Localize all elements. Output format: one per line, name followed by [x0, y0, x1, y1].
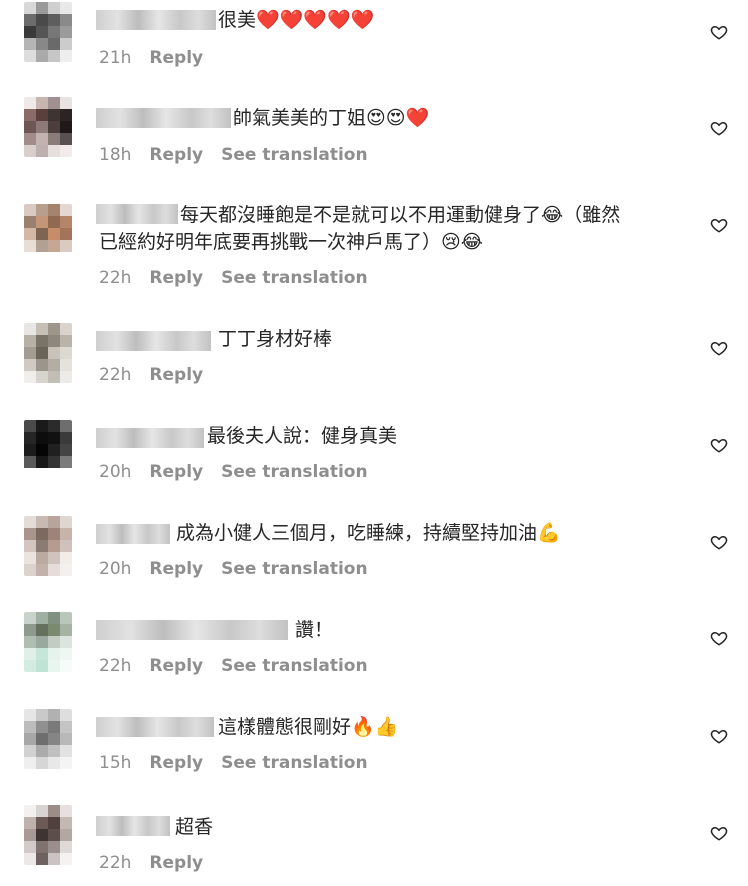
username-blurred[interactable]	[96, 620, 288, 640]
comment-time: 22h	[99, 365, 132, 385]
comment-text: 帥氣美美的丁姐😍😍❤️	[233, 107, 430, 129]
avatar[interactable]	[24, 323, 72, 383]
comment-text: 這樣體態很剛好🔥👍	[218, 716, 399, 738]
see-translation-button[interactable]: See translation	[221, 559, 367, 579]
heart-outline-icon	[710, 341, 728, 356]
avatar[interactable]	[24, 612, 72, 672]
username-blurred[interactable]	[96, 204, 178, 224]
comment-time: 15h	[99, 753, 132, 773]
reply-button[interactable]: Reply	[149, 268, 203, 288]
heart-outline-icon	[710, 631, 728, 646]
reply-button[interactable]: Reply	[149, 853, 203, 873]
username-blurred[interactable]	[96, 331, 211, 351]
comment-text: 很美❤️❤️❤️❤️❤️	[218, 9, 375, 31]
comment-meta: 22h Reply See translation	[99, 656, 368, 676]
reply-button[interactable]: Reply	[149, 559, 203, 579]
like-button[interactable]	[710, 216, 728, 234]
reply-button[interactable]: Reply	[149, 656, 203, 676]
comment-meta: 20h Reply See translation	[99, 462, 368, 482]
heart-outline-icon	[710, 438, 728, 453]
comment-text: 最後夫人說：健身真美	[207, 425, 398, 447]
like-button[interactable]	[710, 23, 728, 41]
comment-meta: 20h Reply See translation	[99, 559, 368, 579]
comment-text: 成為小健人三個月，吃睡練，持續堅持加油💪	[176, 522, 561, 544]
comment-text: 超香	[175, 816, 214, 838]
comment-meta: 22h Reply	[99, 365, 203, 385]
comment-text: 讚！	[295, 619, 334, 641]
heart-outline-icon	[710, 826, 728, 841]
username-blurred[interactable]	[96, 108, 231, 128]
username-blurred[interactable]	[96, 524, 170, 544]
reply-button[interactable]: Reply	[149, 365, 203, 385]
see-translation-button[interactable]: See translation	[221, 268, 367, 288]
avatar[interactable]	[24, 97, 72, 157]
comment-meta: 22h Reply See translation	[99, 268, 368, 288]
avatar[interactable]	[24, 805, 72, 865]
comment-time: 20h	[99, 462, 132, 482]
comment-meta: 21h Reply	[99, 48, 203, 68]
reply-button[interactable]: Reply	[149, 145, 203, 165]
reply-button[interactable]: Reply	[149, 48, 203, 68]
comment-time: 20h	[99, 559, 132, 579]
heart-outline-icon	[710, 535, 728, 550]
reply-button[interactable]: Reply	[149, 753, 203, 773]
avatar[interactable]	[24, 2, 72, 62]
like-button[interactable]	[710, 436, 728, 454]
heart-outline-icon	[710, 25, 728, 40]
like-button[interactable]	[710, 533, 728, 551]
comment-text: 丁丁身材好棒	[218, 328, 333, 350]
comment-text-line2: 已經約好明年底要再挑戰一次神戶馬了）😢😂	[99, 231, 484, 253]
heart-outline-icon	[710, 218, 728, 233]
username-blurred[interactable]	[96, 717, 214, 737]
see-translation-button[interactable]: See translation	[221, 753, 367, 773]
like-button[interactable]	[710, 824, 728, 842]
comment-text: 每天都沒睡飽是不是就可以不用運動健身了😂（雖然	[180, 204, 621, 226]
see-translation-button[interactable]: See translation	[221, 462, 367, 482]
like-button[interactable]	[710, 629, 728, 647]
reply-button[interactable]: Reply	[149, 462, 203, 482]
comment-time: 22h	[99, 268, 132, 288]
avatar[interactable]	[24, 420, 72, 480]
comment-meta: 22h Reply	[99, 853, 203, 873]
comment-time: 21h	[99, 48, 132, 68]
avatar[interactable]	[24, 516, 72, 576]
comment-time: 22h	[99, 853, 132, 873]
username-blurred[interactable]	[96, 10, 216, 30]
comment-meta: 18h Reply See translation	[99, 145, 368, 165]
avatar[interactable]	[24, 709, 72, 769]
see-translation-button[interactable]: See translation	[221, 656, 367, 676]
comment-meta: 15h Reply See translation	[99, 753, 368, 773]
heart-outline-icon	[710, 729, 728, 744]
like-button[interactable]	[710, 727, 728, 745]
avatar[interactable]	[24, 204, 72, 264]
username-blurred[interactable]	[96, 816, 170, 836]
see-translation-button[interactable]: See translation	[221, 145, 367, 165]
heart-outline-icon	[710, 121, 728, 136]
comment-time: 22h	[99, 656, 132, 676]
comment-time: 18h	[99, 145, 132, 165]
like-button[interactable]	[710, 339, 728, 357]
username-blurred[interactable]	[96, 428, 204, 448]
like-button[interactable]	[710, 119, 728, 137]
